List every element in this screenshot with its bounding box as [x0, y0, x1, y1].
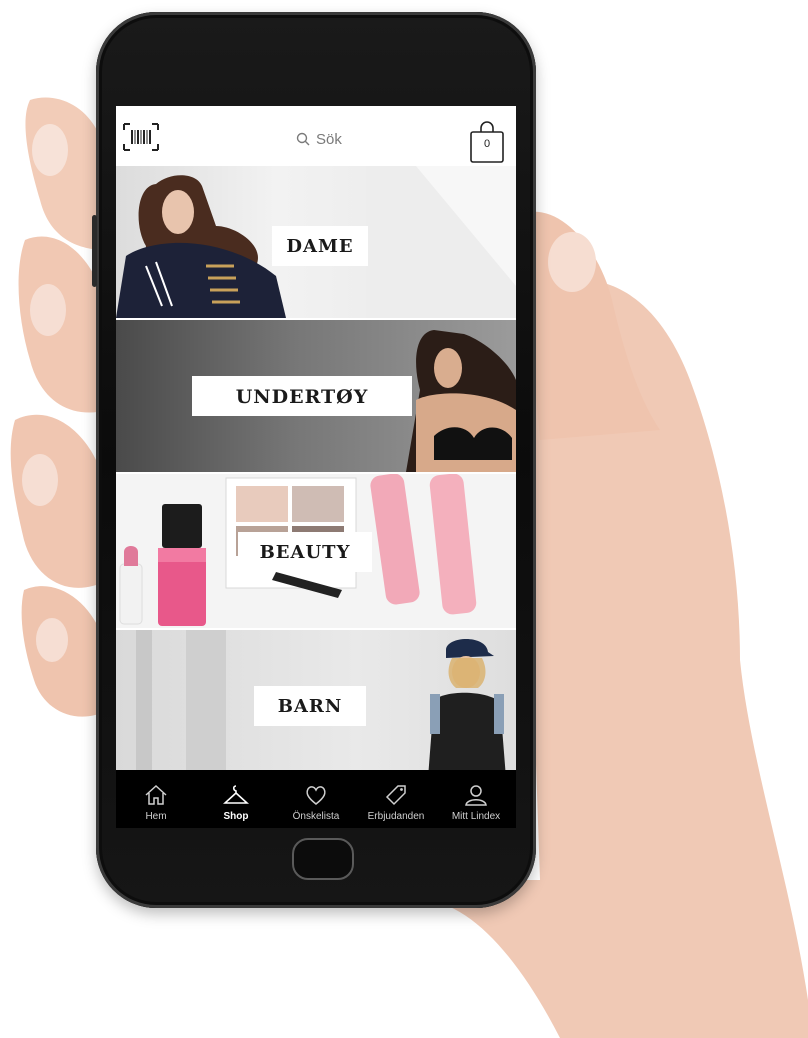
tab-mitt-lindex[interactable]: Mitt Lindex [436, 770, 516, 828]
category-label: BARN [254, 686, 366, 726]
tab-label: Mitt Lindex [451, 811, 501, 822]
category-banner-beauty[interactable]: BEAUTY [116, 474, 516, 628]
search-field[interactable]: Sök [296, 128, 342, 150]
search-placeholder: Sök [316, 130, 342, 148]
cart-button[interactable]: 0 [468, 120, 506, 164]
barcode-icon[interactable] [122, 122, 160, 152]
bottom-tab-bar: Hem Shop Önskelista Erbjudanden Mitt Lin… [116, 770, 516, 828]
tab-onskelista[interactable]: Önskelista [276, 770, 356, 828]
user-icon [465, 785, 487, 806]
heart-icon [306, 786, 326, 805]
category-banner-barn[interactable]: BARN [116, 630, 516, 778]
tab-label: Shop [223, 811, 249, 822]
app-screen: Sök 0 DAME UNDERTØY BEAUTY BARN Hem Shop… [116, 106, 516, 828]
tab-label: Önskelista [292, 811, 340, 822]
category-label: UNDERTØY [192, 376, 412, 416]
tab-erbjudanden[interactable]: Erbjudanden [356, 770, 436, 828]
home-button[interactable] [292, 838, 354, 880]
phone-side-button [92, 215, 97, 287]
tab-label: Erbjudanden [367, 811, 425, 822]
home-icon [145, 784, 167, 805]
category-banner-undertoy[interactable]: UNDERTØY [116, 320, 516, 472]
category-label: BEAUTY [238, 532, 372, 572]
tab-shop[interactable]: Shop [196, 770, 276, 828]
cart-count: 0 [483, 138, 491, 150]
category-banner-dame[interactable]: DAME [116, 166, 516, 318]
hanger-icon [223, 785, 249, 804]
tab-hem[interactable]: Hem [116, 770, 196, 828]
tab-label: Hem [145, 811, 167, 822]
top-bar: Sök 0 [116, 106, 516, 166]
search-icon [296, 132, 310, 146]
category-label: DAME [272, 226, 368, 266]
tag-icon [385, 785, 406, 806]
